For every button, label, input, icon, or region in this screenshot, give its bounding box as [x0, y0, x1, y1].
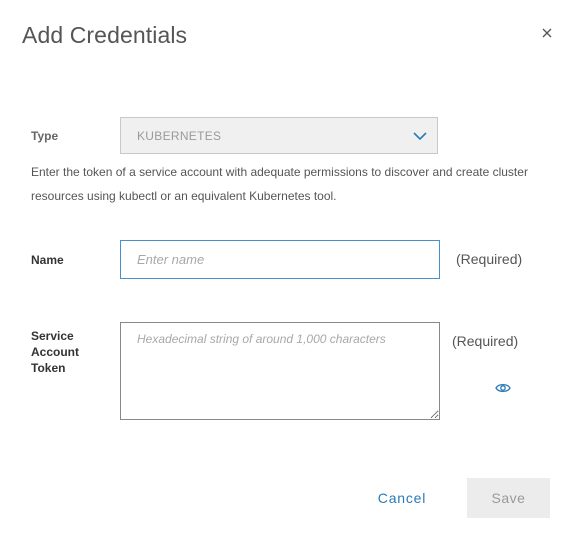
- type-help-text: Enter the token of a service account wit…: [31, 165, 528, 203]
- reveal-token-button[interactable]: [495, 381, 511, 393]
- dialog-title: Add Credentials: [22, 22, 188, 48]
- token-label: Service Account Token: [31, 329, 79, 375]
- type-select-value: KUBERNETES: [137, 129, 222, 143]
- cancel-button[interactable]: Cancel: [366, 480, 438, 516]
- chevron-down-icon: [413, 132, 427, 141]
- save-button[interactable]: Save: [467, 478, 550, 518]
- type-label: Type: [31, 129, 59, 143]
- close-icon: [542, 28, 552, 38]
- add-credentials-dialog: Add Credentials Type KUBERNETES Enter th…: [0, 0, 571, 540]
- type-select[interactable]: KUBERNETES: [120, 117, 438, 154]
- close-button[interactable]: [538, 24, 556, 42]
- token-required-hint: (Required): [452, 333, 519, 349]
- name-input[interactable]: [120, 240, 440, 279]
- token-input[interactable]: [120, 322, 440, 420]
- eye-icon: [495, 383, 511, 393]
- name-label: Name: [31, 253, 64, 267]
- name-required-hint: (Required): [456, 251, 523, 267]
